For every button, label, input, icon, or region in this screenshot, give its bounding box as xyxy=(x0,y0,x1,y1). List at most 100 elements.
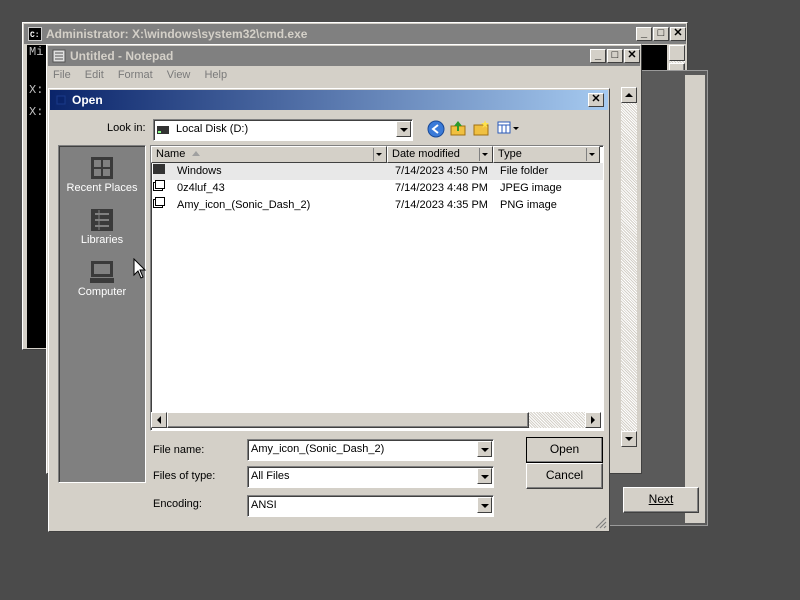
size-grip-icon[interactable] xyxy=(595,517,607,529)
file-row-png[interactable]: Amy_icon_(Sonic_Dash_2) 7/14/2023 4:35 P… xyxy=(153,197,603,214)
chevron-down-icon[interactable] xyxy=(396,121,411,137)
encoding-select[interactable]: ANSI xyxy=(247,495,494,517)
image-file-icon xyxy=(153,180,165,191)
cmd-title: Administrator: X:\windows\system32\cmd.e… xyxy=(46,27,308,41)
cancel-label: Cancel xyxy=(545,468,584,482)
place-libraries[interactable]: Libraries xyxy=(59,208,145,246)
console-line: X: xyxy=(29,105,44,119)
file-type-label: Files of type: xyxy=(153,470,216,482)
column-header-name[interactable]: Name xyxy=(151,146,387,163)
sort-ascending-icon xyxy=(192,151,200,156)
column-label: Name xyxy=(156,148,186,160)
encoding-value: ANSI xyxy=(251,499,277,511)
view-menu-icon[interactable] xyxy=(497,121,521,135)
console-line: X: xyxy=(29,83,44,97)
scroll-right-button[interactable] xyxy=(585,412,601,428)
notepad-maximize-button[interactable]: □ xyxy=(607,49,623,63)
libraries-icon xyxy=(91,209,113,231)
new-folder-icon[interactable] xyxy=(473,119,491,137)
chevron-down-icon[interactable] xyxy=(477,497,492,513)
notepad-titlebar[interactable]: Untitled - Notepad _ □ ✕ xyxy=(48,46,640,66)
open-dialog[interactable]: Open ✕ Look in: Local Disk (D:) Recent P… xyxy=(48,88,610,532)
file-name: Windows xyxy=(177,165,222,177)
file-type: File folder xyxy=(500,165,549,177)
console-line: Mi xyxy=(29,45,44,59)
cmd-close-button[interactable]: ✕ xyxy=(670,27,686,41)
file-name: 0z4luf_43 xyxy=(177,182,225,194)
chevron-left-icon xyxy=(157,416,161,424)
file-type-value: All Files xyxy=(251,470,290,482)
file-name-label: File name: xyxy=(153,444,205,456)
column-header-date-modified[interactable]: Date modified xyxy=(387,146,493,163)
file-name-value: Amy_icon_(Sonic_Dash_2) xyxy=(251,443,385,455)
notepad-close-button[interactable]: ✕ xyxy=(624,49,640,63)
scroll-left-button[interactable] xyxy=(151,412,167,428)
chevron-down-icon[interactable] xyxy=(373,148,385,161)
place-label: Recent Places xyxy=(66,182,138,194)
menu-format[interactable]: Format xyxy=(118,69,153,81)
scroll-thumb[interactable] xyxy=(167,412,529,428)
open-label: Open xyxy=(549,442,580,456)
notepad-title: Untitled - Notepad xyxy=(70,49,174,63)
chevron-down-icon[interactable] xyxy=(477,441,492,457)
menu-help[interactable]: Help xyxy=(204,69,227,81)
scroll-down-button[interactable] xyxy=(621,431,637,447)
menu-file[interactable]: File xyxy=(53,69,71,81)
menu-view[interactable]: View xyxy=(167,69,191,81)
file-row-windows[interactable]: Windows 7/14/2023 4:50 PM File folder xyxy=(153,163,603,180)
file-type-select[interactable]: All Files xyxy=(247,466,494,488)
chevron-down-icon[interactable] xyxy=(479,148,491,161)
notepad-minimize-button[interactable]: _ xyxy=(590,49,606,63)
drive-icon xyxy=(157,126,169,134)
file-date: 7/14/2023 4:35 PM xyxy=(395,199,488,211)
file-name: Amy_icon_(Sonic_Dash_2) xyxy=(177,199,311,211)
notepad-icon xyxy=(52,49,66,63)
cmd-titlebar[interactable]: C: Administrator: X:\windows\system32\cm… xyxy=(24,24,686,44)
wizard-panel xyxy=(685,75,705,523)
size-grip[interactable] xyxy=(621,447,637,463)
file-type: JPEG image xyxy=(500,182,562,194)
cmd-minimize-button[interactable]: _ xyxy=(636,27,652,41)
file-date: 7/14/2023 4:48 PM xyxy=(395,182,488,194)
window-icon xyxy=(56,95,66,105)
dialog-close-button[interactable]: ✕ xyxy=(588,93,604,107)
open-dialog-title: Open xyxy=(72,93,103,107)
file-name-input[interactable]: Amy_icon_(Sonic_Dash_2) xyxy=(247,439,494,461)
scroll-up-button[interactable] xyxy=(669,45,685,61)
notepad-vertical-scrollbar[interactable] xyxy=(621,87,637,463)
computer-icon xyxy=(90,261,114,283)
back-icon[interactable] xyxy=(427,120,445,138)
next-button[interactable]: Next xyxy=(623,487,699,513)
file-date: 7/14/2023 4:50 PM xyxy=(395,165,488,177)
cancel-button[interactable]: Cancel xyxy=(526,463,603,489)
scroll-up-button[interactable] xyxy=(621,87,637,103)
next-label: Next xyxy=(648,492,674,506)
image-file-icon xyxy=(153,197,165,208)
encoding-label: Encoding: xyxy=(153,498,202,510)
chevron-down-icon[interactable] xyxy=(477,468,492,484)
svg-text:C:: C: xyxy=(30,31,40,40)
folder-icon xyxy=(153,164,165,174)
open-dialog-titlebar[interactable]: Open ✕ xyxy=(50,90,608,110)
menu-edit[interactable]: Edit xyxy=(85,69,104,81)
cmd-icon: C: xyxy=(28,27,42,41)
chevron-up-icon xyxy=(625,93,633,97)
file-row-jpeg[interactable]: 0z4luf_43 7/14/2023 4:48 PM JPEG image xyxy=(153,180,603,197)
chevron-down-icon[interactable] xyxy=(586,148,598,161)
notepad-menubar: File Edit Format View Help xyxy=(53,69,353,85)
place-label: Computer xyxy=(77,286,127,298)
place-recent-places[interactable]: Recent Places xyxy=(59,156,145,194)
open-button[interactable]: Open xyxy=(526,437,603,463)
scroll-track[interactable] xyxy=(529,412,585,428)
up-folder-icon[interactable] xyxy=(449,119,467,137)
file-list[interactable]: Name Date modified Type Windows 7/14/202… xyxy=(150,145,604,431)
look-in-label: Look in: xyxy=(107,122,146,134)
recent-places-icon xyxy=(91,157,113,179)
look-in-combo[interactable]: Local Disk (D:) xyxy=(153,119,413,141)
column-header-type[interactable]: Type xyxy=(493,146,600,163)
mouse-cursor-icon xyxy=(133,258,147,279)
column-label: Date modified xyxy=(392,148,460,160)
file-type: PNG image xyxy=(500,199,557,211)
file-list-horizontal-scrollbar[interactable] xyxy=(151,412,601,428)
cmd-maximize-button[interactable]: □ xyxy=(653,27,669,41)
